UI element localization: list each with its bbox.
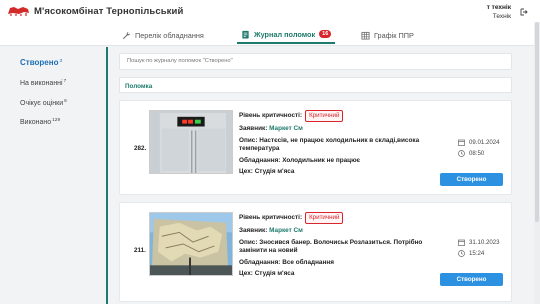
breakdown-photo[interactable]	[149, 212, 233, 276]
criticality-label: Рівень критичності:	[239, 214, 303, 221]
equipment-label: Обладнання:	[239, 258, 281, 266]
tab-breakdown-journal[interactable]: Журнал поломок 16	[237, 26, 336, 44]
description-label: Опис:	[239, 238, 258, 246]
breakdown-date: 31.10.2023	[469, 239, 500, 246]
equipment-value: Все обладнання	[282, 258, 334, 266]
requester-link[interactable]: Маркет См	[269, 227, 303, 234]
calendar-icon	[458, 239, 465, 246]
brand-name: М'ясокомбінат Тернопільський	[34, 6, 184, 17]
breakdown-date: 09.01.2024	[469, 139, 500, 146]
tab-ppr-schedule-label: Графік ППР	[374, 30, 414, 40]
breakdown-card[interactable]: 282. Рівень критичності: Критичний Заявни…	[119, 100, 512, 195]
clock-icon	[458, 150, 465, 157]
sidebar-item-awaiting-rating[interactable]: Очікує оцінки6	[20, 99, 67, 107]
scrollbar-thumb[interactable]	[535, 22, 539, 222]
shop-value: Студія м'яса	[254, 168, 295, 176]
breakdown-datetime: 31.10.2023 15:24	[458, 237, 500, 259]
tab-equipment-list-label: Перелік обладнання	[135, 30, 204, 40]
main-content: Пошук по журналу поломок "Створено" Поло…	[116, 47, 513, 304]
tab-equipment-list[interactable]: Перелік обладнання	[118, 26, 208, 44]
breakdown-datetime: 09.01.2024 08:50	[458, 137, 500, 159]
breakdown-time: 08:50	[469, 150, 485, 157]
journal-icon	[242, 30, 249, 39]
shop-label: Цех:	[239, 168, 253, 176]
logout-icon[interactable]	[520, 8, 528, 16]
status-button[interactable]: Створено	[440, 173, 503, 186]
breakdown-card[interactable]: 211. Рівень критичності: Критичний Заявни…	[119, 202, 512, 302]
criticality-badge: Критичний	[305, 110, 344, 122]
search-input[interactable]: Пошук по журналу поломок "Створено"	[119, 53, 512, 70]
wrench-icon	[122, 31, 131, 39]
card-number: 282.	[134, 145, 147, 152]
tab-ppr-schedule[interactable]: Графік ППР	[357, 26, 418, 44]
calendar-icon	[458, 139, 465, 146]
company-logo-icon	[8, 7, 29, 16]
awaiting-rating-count: 6	[64, 99, 67, 104]
section-title: Поломка	[119, 77, 512, 93]
status-button[interactable]: Створено	[440, 273, 503, 286]
equipment-label: Обладнання:	[239, 156, 281, 164]
description-text: Настєсів, не працює холодильник в складі…	[239, 136, 420, 153]
user-name: Технік	[492, 13, 511, 20]
clock-icon	[458, 250, 465, 257]
sidebar-item-created[interactable]: Створено3	[20, 58, 62, 67]
card-number: 211.	[134, 247, 146, 254]
breakdown-info: Рівень критичності: Критичний Заявник: Ма…	[239, 110, 427, 180]
page-scrollbar[interactable]	[534, 22, 540, 304]
breakdown-time: 15:24	[469, 250, 485, 257]
shop-value: Студія м'яса	[254, 270, 295, 278]
requester-link[interactable]: Маркет См	[269, 125, 303, 132]
user-role: т технік	[486, 4, 511, 11]
criticality-badge: Критичний	[305, 212, 344, 224]
done-count: 129	[52, 118, 61, 123]
requester-label: Заявник:	[239, 125, 268, 132]
breakdown-info: Рівень критичності: Критичний Заявник: Ма…	[239, 212, 427, 282]
description-text: Зносився банер. Волочиськ Розлазиться. П…	[239, 238, 423, 255]
sidebar-item-in-progress[interactable]: На виконанні7	[20, 79, 66, 87]
sidebar-item-done[interactable]: Виконано129	[20, 118, 60, 126]
requester-label: Заявник:	[239, 227, 268, 234]
status-sidebar: Створено3 На виконанні7 Очікує оцінки6 В…	[0, 47, 108, 304]
shop-label: Цех:	[239, 270, 253, 278]
tab-breakdown-journal-label: Журнал поломок	[254, 29, 316, 39]
description-label: Опис:	[239, 136, 258, 144]
equipment-value: Холодильник не працює	[282, 156, 361, 164]
main-tabs: Перелік обладнання Журнал поломок 16 Гра…	[0, 22, 540, 46]
top-bar: М'ясокомбінат Тернопільський т технік Те…	[0, 0, 540, 22]
in-progress-count: 7	[63, 79, 67, 84]
calendar-grid-icon	[361, 31, 370, 40]
journal-count-badge: 16	[319, 30, 332, 38]
breakdown-photo[interactable]	[149, 110, 233, 174]
created-count: 3	[59, 59, 63, 64]
criticality-label: Рівень критичності:	[239, 112, 303, 119]
user-info[interactable]: т технік Технік	[487, 3, 511, 21]
